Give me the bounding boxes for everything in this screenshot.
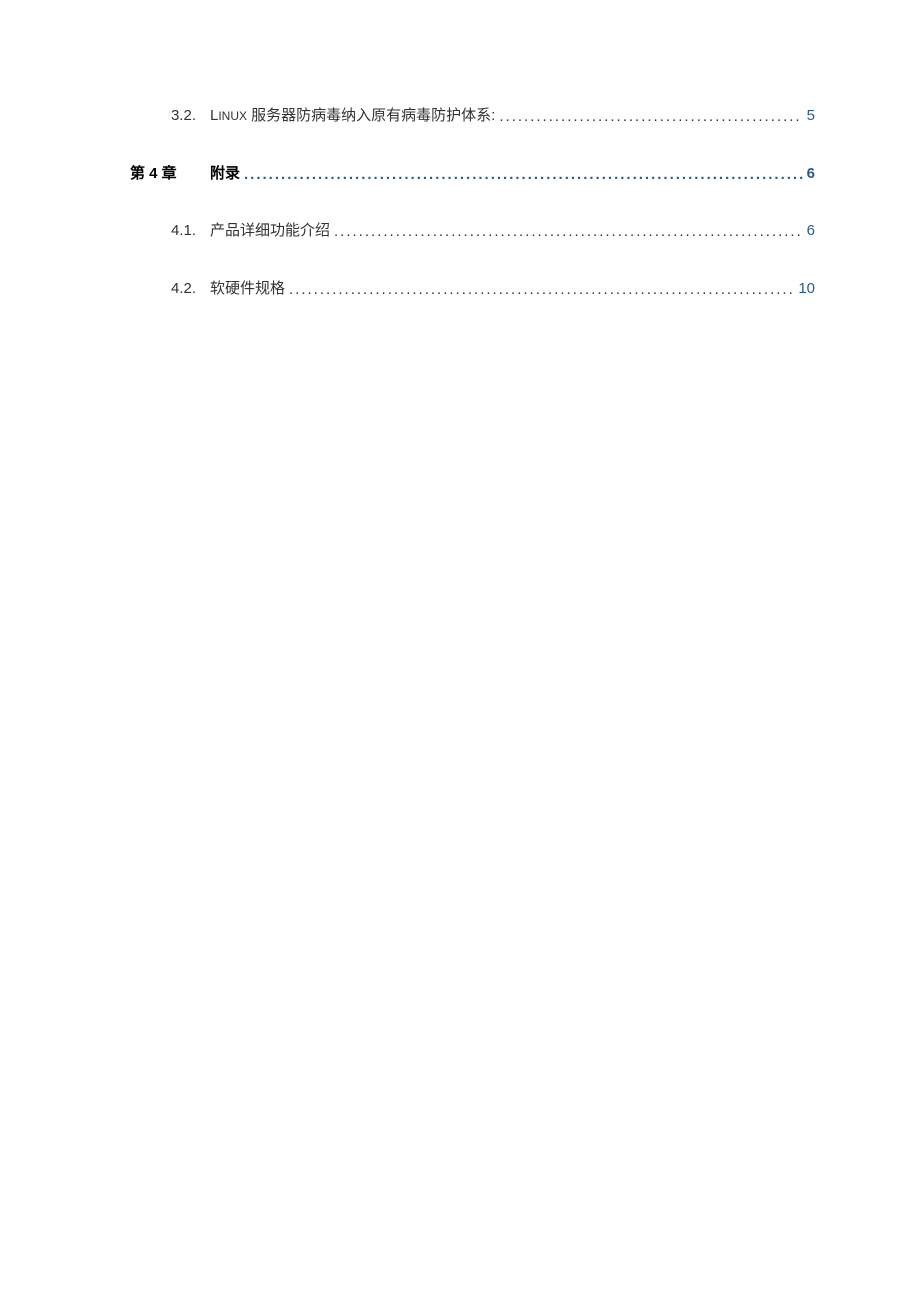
toc-entry-3-2[interactable]: 3.2. LINUX 服务器防病毒纳入原有病毒防护体系: ...........… <box>130 105 815 128</box>
toc-entry-4-2[interactable]: 4.2. 软硬件规格 .............................… <box>130 278 815 301</box>
toc-dots: ........................................… <box>289 279 794 302</box>
toc-title: LINUX 服务器防病毒纳入原有病毒防护体系: <box>210 105 495 128</box>
toc-number: 4.2. <box>130 278 210 301</box>
toc-title: 附录 <box>210 163 240 186</box>
toc-dots: ........................................… <box>334 221 803 244</box>
toc-page: 5 <box>807 105 815 128</box>
toc-entry-4-1[interactable]: 4.1. 产品详细功能介绍 ..........................… <box>130 220 815 243</box>
toc-page: 6 <box>807 163 815 186</box>
toc-page: 6 <box>807 220 815 243</box>
toc-dots: ........................................… <box>499 106 802 129</box>
toc-entry-chapter-4[interactable]: 第 4 章 附录 ...............................… <box>130 163 815 186</box>
toc-number: 4.1. <box>130 220 210 243</box>
toc-dots: ........................................… <box>244 164 803 187</box>
toc-page: 10 <box>798 278 815 301</box>
toc-number: 3.2. <box>130 105 210 128</box>
toc-title: 软硬件规格 <box>210 278 285 301</box>
toc-number: 第 4 章 <box>130 163 210 186</box>
toc-title: 产品详细功能介绍 <box>210 220 330 243</box>
